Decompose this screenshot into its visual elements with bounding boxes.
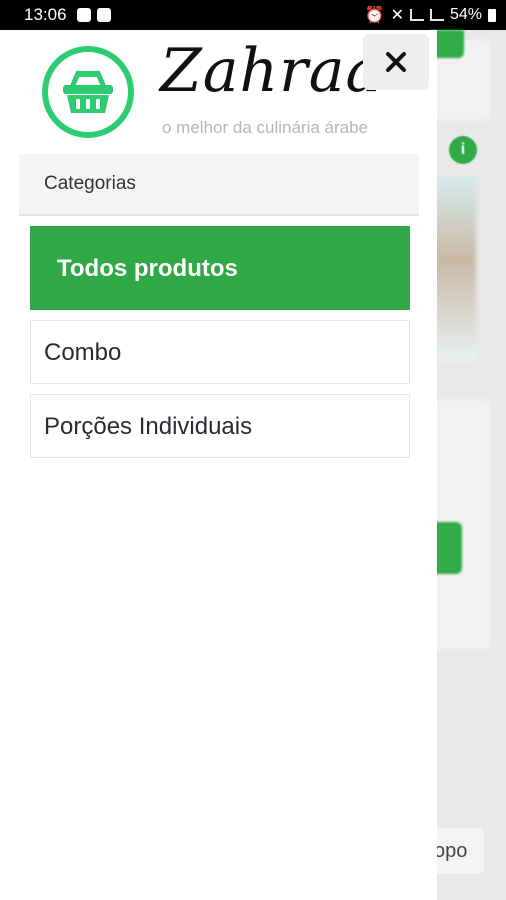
close-button[interactable] [363, 34, 429, 90]
logo [42, 46, 134, 138]
battery-icon [488, 8, 496, 22]
category-menu: Todos produtos Combo Porções Individuais [30, 226, 410, 468]
side-drawer: Zahraa o melhor da culinária árabe Categ… [0, 30, 437, 900]
message-icon [76, 8, 91, 22]
background-button [434, 522, 462, 574]
brand-tagline: o melhor da culinária árabe [162, 118, 369, 137]
brand-name: Zahraa [160, 36, 383, 106]
menu-item-combo[interactable]: Combo [30, 320, 410, 384]
menu-divider [0, 514, 420, 522]
categories-heading: Categorias [19, 154, 419, 216]
battery-level: 54% [449, 6, 482, 23]
close-icon [386, 52, 406, 72]
image-icon [96, 8, 111, 22]
menu-item-todos-produtos[interactable]: Todos produtos [30, 226, 410, 310]
signal-icon [429, 9, 444, 21]
status-time: 13:06 [24, 5, 67, 24]
signal-icon [409, 9, 424, 21]
status-right: ⏰ ✕ 54% [365, 5, 496, 25]
info-icon: i [449, 136, 477, 164]
back-to-top-button[interactable]: opo [430, 828, 484, 874]
alarm-icon: ⏰ [364, 7, 385, 24]
drawer-header: Zahraa o melhor da culinária árabe [0, 30, 437, 154]
basket-icon [63, 70, 113, 113]
status-bar: 13:06 ⏰ ✕ 54% [0, 0, 506, 30]
menu-item-porcoes-individuais[interactable]: Porções Individuais [30, 394, 410, 458]
mute-icon: ✕ [390, 7, 404, 24]
